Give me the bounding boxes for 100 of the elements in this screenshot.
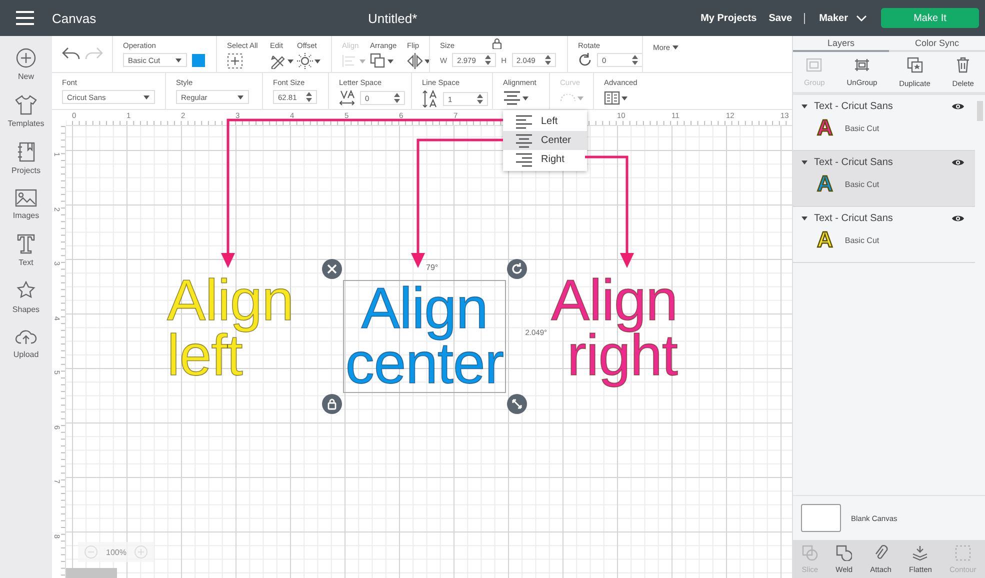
align-left-icon [515,114,533,128]
plus-icon [16,48,36,68]
align-icon [342,54,358,68]
text-icon [17,234,35,254]
eye-icon[interactable] [951,102,965,111]
lock-icon[interactable] [492,38,502,49]
sidebar-item[interactable]: Shapes [12,281,40,314]
menu-icon[interactable] [16,11,34,25]
undo-icon[interactable] [62,47,80,61]
layer-item[interactable]: Text - Cricut Sans A Basic Cut [793,151,975,207]
upload-icon [14,328,37,346]
menu-item[interactable]: Center [503,131,587,150]
caret-icon [359,58,366,64]
canvas-swatch[interactable] [801,504,841,532]
layer-operation: Basic Cut [844,236,880,244]
zoom-level: 100% [106,548,126,556]
expand-caret-icon[interactable] [801,160,808,165]
rotate-handle[interactable] [507,259,527,279]
chevron-icon [856,14,867,22]
duplicate-icon [906,56,923,72]
tool-button[interactable] [297,53,321,69]
lock-handle[interactable] [322,394,342,414]
slice-icon [802,544,818,560]
flip-icon [407,53,423,69]
stepper-icon [394,93,400,103]
sidebar-item[interactable]: Projects [12,142,40,175]
contour-icon [954,544,971,560]
layer-item[interactable]: Text - Cricut Sans A Basic Cut [793,207,975,263]
eye-icon[interactable] [951,158,965,167]
shirt-icon [15,95,37,115]
trash-icon [956,56,970,72]
paperclip-icon [874,544,888,560]
caret-icon [237,94,244,100]
tool-button[interactable] [270,53,294,69]
stepper-icon [632,55,638,65]
document-title: Untitled* [368,10,418,26]
rotate-icon [578,53,592,67]
scrollbar-thumb[interactable] [66,568,117,578]
stepper-icon [485,55,492,65]
caret-icon [387,58,394,64]
app-title: Canvas [52,10,98,26]
expand-caret-icon[interactable] [801,104,808,109]
sidebar-item[interactable]: Text [17,234,35,267]
caret-icon [287,58,294,64]
layer-thumbnail: A [817,116,833,140]
curve-icon [560,94,576,102]
stepper-icon [544,55,551,65]
tool-button[interactable] [370,53,394,69]
machine-dropdown[interactable]: Maker [819,12,867,24]
sidebar-item[interactable]: Templates [8,95,44,128]
sidebar-item[interactable]: Images [12,189,40,220]
expand-caret-icon[interactable] [801,216,808,221]
layer-thumbnail: A [817,172,833,196]
weld-icon [836,544,852,560]
caret-icon [577,96,584,100]
layer-operation: Basic Cut [844,124,880,132]
stepper-icon [306,92,312,102]
align-center-icon [503,91,521,105]
stepper-icon [477,94,483,104]
dimension-label: 79° [426,263,438,272]
menu-item[interactable]: Right [503,150,587,169]
caret-icon [672,45,680,50]
image-icon [14,189,37,207]
tool-button[interactable] [503,90,529,106]
panel-tab[interactable]: Color Sync [889,36,985,52]
group-icon [806,58,822,72]
delete-handle[interactable] [322,259,342,279]
nav-link[interactable]: My Projects [700,12,757,24]
tool-button[interactable] [604,90,628,106]
advanced-text-icon [604,91,620,105]
caret-icon [175,58,182,62]
align-right-icon [515,152,533,166]
layer-title: Text - Cricut Sans [814,157,894,168]
eye-icon[interactable] [951,214,965,223]
nav-link[interactable]: Save [768,12,806,24]
tool-button[interactable] [407,53,431,69]
pen-wrench-icon [270,53,286,69]
line-spacing-icon [422,90,438,108]
arrange-icon [370,53,386,69]
letter-spacing-icon [339,90,355,106]
shapes-icon [16,281,36,301]
sidebar-item[interactable]: Upload [13,328,39,359]
layer-thumbnail: A [817,228,833,252]
color-swatch[interactable] [192,54,205,66]
scrollbar[interactable] [977,101,983,121]
tool-button[interactable] [227,53,243,69]
layer-operation: Basic Cut [844,180,880,188]
ungroup-icon [854,58,870,72]
resize-handle[interactable] [507,394,527,414]
layer-title: Text - Cricut Sans [814,213,894,224]
layers-icon [912,544,928,560]
caret-icon [522,96,529,100]
caret-icon [314,58,321,64]
sidebar-item[interactable]: New [16,48,36,81]
select-all-icon [227,53,243,69]
caret-icon [424,58,431,64]
notebook-icon [17,142,35,162]
layer-title: Text - Cricut Sans [814,101,894,112]
panel-tab[interactable]: Layers [793,36,889,52]
menu-item[interactable]: Left [503,112,587,131]
